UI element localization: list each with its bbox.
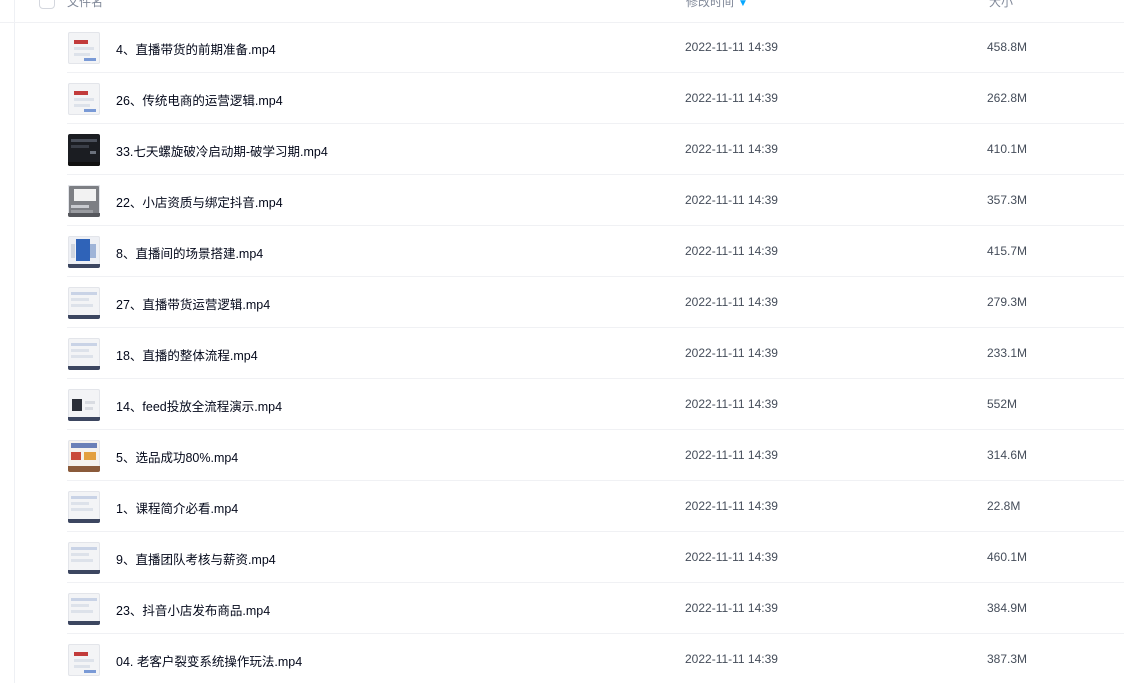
file-modified-time: 2022-11-11 14:39	[685, 652, 778, 666]
file-name[interactable]: 1、课程简介必看.mp4	[116, 498, 238, 517]
file-name[interactable]: 8、直播间的场景搭建.mp4	[116, 243, 263, 262]
file-modified-time: 2022-11-11 14:39	[685, 499, 778, 513]
file-modified-time: 2022-11-11 14:39	[685, 448, 778, 462]
column-header-name[interactable]: 文件名	[67, 0, 103, 10]
file-modified-time: 2022-11-11 14:39	[685, 397, 778, 411]
file-row[interactable]: 23、抖音小店发布商品.mp4 2022-11-11 14:39 384.9M	[0, 583, 1124, 634]
video-thumbnail[interactable]	[68, 236, 100, 268]
file-name[interactable]: 33.七天螺旋破冷启动期-破学习期.mp4	[116, 141, 328, 160]
file-row[interactable]: 26、传统电商的运营逻辑.mp4 2022-11-11 14:39 262.8M	[0, 73, 1124, 124]
column-header-modified-time[interactable]: 修改时间 ▼	[686, 0, 748, 10]
file-size: 357.3M	[987, 193, 1028, 207]
file-row[interactable]: 27、直播带货运营逻辑.mp4 2022-11-11 14:39 279.3M	[0, 277, 1124, 328]
file-size: 410.1M	[987, 142, 1028, 156]
file-modified-time: 2022-11-11 14:39	[685, 193, 778, 207]
video-thumbnail[interactable]	[68, 134, 100, 166]
file-row[interactable]: 8、直播间的场景搭建.mp4 2022-11-11 14:39 415.7M	[0, 226, 1124, 277]
file-list: 4、直播带货的前期准备.mp4 2022-11-11 14:39 458.8M 26、…	[0, 22, 1124, 683]
file-size: 279.3M	[987, 295, 1028, 309]
file-modified-time: 2022-11-11 14:39	[685, 550, 778, 564]
file-name[interactable]: 22、小店资质与绑定抖音.mp4	[116, 192, 283, 211]
file-name[interactable]: 04. 老客户裂变系统操作玩法.mp4	[116, 651, 302, 670]
file-name[interactable]: 23、抖音小店发布商品.mp4	[116, 600, 270, 619]
file-name[interactable]: 4、直播带货的前期准备.mp4	[116, 39, 276, 58]
file-name[interactable]: 18、直播的整体流程.mp4	[116, 345, 258, 364]
file-modified-time: 2022-11-11 14:39	[685, 601, 778, 615]
video-thumbnail[interactable]	[68, 542, 100, 574]
file-row[interactable]: 04. 老客户裂变系统操作玩法.mp4 2022-11-11 14:39 387.3…	[0, 634, 1124, 683]
video-thumbnail[interactable]	[68, 440, 100, 472]
video-thumbnail[interactable]	[68, 185, 100, 217]
file-row[interactable]: 33.七天螺旋破冷启动期-破学习期.mp4 2022-11-11 14:39 410…	[0, 124, 1124, 175]
video-thumbnail[interactable]	[68, 83, 100, 115]
column-header-size[interactable]: 大小	[989, 0, 1013, 10]
file-size: 415.7M	[987, 244, 1028, 258]
file-modified-time: 2022-11-11 14:39	[685, 40, 778, 54]
file-name[interactable]: 27、直播带货运营逻辑.mp4	[116, 294, 270, 313]
file-row[interactable]: 14、feed投放全流程演示.mp4 2022-11-11 14:39 552M	[0, 379, 1124, 430]
video-thumbnail[interactable]	[68, 287, 100, 319]
file-modified-time: 2022-11-11 14:39	[685, 295, 778, 309]
video-thumbnail[interactable]	[68, 32, 100, 64]
file-row[interactable]: 5、选品成功80%.mp4 2022-11-11 14:39 314.6M	[0, 430, 1124, 481]
file-list-header: 文件名 修改时间 ▼ 大小	[0, 0, 1124, 23]
file-modified-time: 2022-11-11 14:39	[685, 244, 778, 258]
video-thumbnail[interactable]	[68, 491, 100, 523]
column-header-modified-time-label: 修改时间	[686, 0, 735, 9]
sort-down-icon[interactable]: ▼	[738, 0, 748, 9]
file-row[interactable]: 18、直播的整体流程.mp4 2022-11-11 14:39 233.1M	[0, 328, 1124, 379]
video-thumbnail[interactable]	[68, 644, 100, 676]
file-size: 458.8M	[987, 40, 1028, 54]
file-size: 387.3M	[987, 652, 1028, 666]
file-row[interactable]: 1、课程简介必看.mp4 2022-11-11 14:39 22.8M	[0, 481, 1124, 532]
file-size: 314.6M	[987, 448, 1028, 462]
file-modified-time: 2022-11-11 14:39	[685, 346, 778, 360]
file-size: 552M	[987, 397, 1018, 411]
file-name[interactable]: 26、传统电商的运营逻辑.mp4	[116, 90, 283, 109]
file-size: 262.8M	[987, 91, 1028, 105]
file-size: 22.8M	[987, 499, 1021, 513]
file-name[interactable]: 9、直播团队考核与薪资.mp4	[116, 549, 276, 568]
select-all-checkbox[interactable]	[39, 0, 55, 9]
file-row[interactable]: 9、直播团队考核与薪资.mp4 2022-11-11 14:39 460.1M	[0, 532, 1124, 583]
video-thumbnail[interactable]	[68, 593, 100, 625]
video-thumbnail[interactable]	[68, 389, 100, 421]
file-name[interactable]: 5、选品成功80%.mp4	[116, 447, 238, 466]
file-size: 460.1M	[987, 550, 1028, 564]
file-size: 384.9M	[987, 601, 1028, 615]
file-modified-time: 2022-11-11 14:39	[685, 142, 778, 156]
file-size: 233.1M	[987, 346, 1028, 360]
file-row[interactable]: 22、小店资质与绑定抖音.mp4 2022-11-11 14:39 357.3M	[0, 175, 1124, 226]
file-modified-time: 2022-11-11 14:39	[685, 91, 778, 105]
video-thumbnail[interactable]	[68, 338, 100, 370]
file-list-page: 文件名 修改时间 ▼ 大小 4、直播带货的前期准备.mp4 2022-11-11 1…	[0, 0, 1124, 683]
file-row[interactable]: 4、直播带货的前期准备.mp4 2022-11-11 14:39 458.8M	[0, 22, 1124, 73]
file-name[interactable]: 14、feed投放全流程演示.mp4	[116, 396, 282, 415]
